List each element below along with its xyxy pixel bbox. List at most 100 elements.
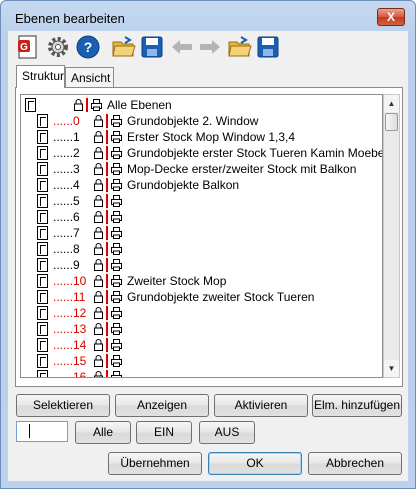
- lock-icon[interactable]: [94, 355, 103, 367]
- save-disk-icon-2[interactable]: [255, 34, 281, 60]
- layer-row[interactable]: ......10 Zweiter Stock Mop: [21, 273, 373, 289]
- lock-icon[interactable]: [94, 275, 103, 287]
- select-button[interactable]: Selektieren: [16, 394, 110, 417]
- arrow-left-icon[interactable]: [169, 34, 195, 60]
- activate-button[interactable]: Aktivieren: [214, 394, 308, 417]
- document-icon: [37, 210, 48, 224]
- all-button[interactable]: Alle: [75, 421, 131, 444]
- active-marker: [106, 274, 108, 288]
- save-disk-icon[interactable]: [139, 34, 165, 60]
- layer-document-icon[interactable]: G: [15, 34, 41, 60]
- printer-icon[interactable]: [111, 259, 122, 271]
- printer-icon[interactable]: [111, 339, 122, 351]
- close-button[interactable]: X: [377, 8, 405, 26]
- document-icon: [37, 354, 48, 368]
- layer-number: ......16: [53, 370, 87, 378]
- ok-button[interactable]: OK: [208, 452, 302, 475]
- gear-icon[interactable]: [45, 34, 71, 60]
- lock-icon[interactable]: [94, 179, 103, 191]
- lock-icon[interactable]: [74, 99, 83, 111]
- document-icon: [37, 194, 48, 208]
- tab-ansicht[interactable]: Ansicht: [65, 67, 114, 88]
- title-bar[interactable]: Ebenen bearbeiten X: [1, 1, 415, 31]
- lock-icon[interactable]: [94, 259, 103, 271]
- apply-button[interactable]: Übernehmen: [108, 452, 202, 475]
- layer-number: ......8: [53, 242, 80, 256]
- printer-icon[interactable]: [111, 275, 122, 287]
- show-button[interactable]: Anzeigen: [115, 394, 209, 417]
- scroll-thumb[interactable]: [385, 113, 398, 131]
- printer-icon[interactable]: [91, 99, 102, 111]
- lock-icon[interactable]: [94, 227, 103, 239]
- dialog-window: Ebenen bearbeiten X G ? Struktur Ansicht…: [0, 0, 416, 489]
- printer-icon[interactable]: [111, 147, 122, 159]
- printer-icon[interactable]: [111, 291, 122, 303]
- layer-row[interactable]: ......8: [21, 241, 373, 257]
- layer-number: ......10: [53, 274, 87, 288]
- open-folder-icon-2[interactable]: [227, 34, 253, 60]
- printer-icon[interactable]: [111, 371, 122, 378]
- arrow-right-icon[interactable]: [197, 34, 223, 60]
- layer-row[interactable]: ......1 Erster Stock Mop Window 1,3,4: [21, 129, 373, 145]
- tree-root-row[interactable]: Alle Ebenen: [21, 97, 373, 113]
- printer-icon[interactable]: [111, 243, 122, 255]
- lock-icon[interactable]: [94, 323, 103, 335]
- lock-icon[interactable]: [94, 195, 103, 207]
- layer-number: ......12: [53, 306, 87, 320]
- printer-icon[interactable]: [111, 323, 122, 335]
- printer-icon[interactable]: [111, 227, 122, 239]
- active-marker: [106, 210, 108, 224]
- layer-name: Mop-Decke erster/zweiter Stock mit Balko…: [127, 162, 357, 176]
- off-button[interactable]: AUS: [199, 421, 255, 444]
- printer-icon[interactable]: [111, 179, 122, 191]
- lock-icon[interactable]: [94, 243, 103, 255]
- lock-icon[interactable]: [94, 371, 103, 378]
- layer-row[interactable]: ......0 Grundobjekte 2. Window: [21, 113, 373, 129]
- layer-row[interactable]: ......3 Mop-Decke erster/zweiter Stock mi…: [21, 161, 373, 177]
- layer-row[interactable]: ......14: [21, 337, 373, 353]
- add-element-button[interactable]: Elm. hinzufügen: [312, 394, 402, 417]
- tree-scrollbar[interactable]: ▲ ▼: [383, 94, 400, 378]
- lock-icon[interactable]: [94, 339, 103, 351]
- printer-icon[interactable]: [111, 131, 122, 143]
- active-marker: [106, 354, 108, 368]
- scroll-down-icon[interactable]: ▼: [384, 360, 399, 377]
- lock-icon[interactable]: [94, 115, 103, 127]
- printer-icon[interactable]: [111, 163, 122, 175]
- layer-row[interactable]: ......2 Grundobjekte erster Stock Tueren …: [21, 145, 382, 161]
- layer-row[interactable]: ......4 Grundobjekte Balkon: [21, 177, 373, 193]
- layer-row[interactable]: ......7: [21, 225, 373, 241]
- layer-row[interactable]: ......11 Grundobjekte zweiter Stock Tuere…: [21, 289, 373, 305]
- lock-icon[interactable]: [94, 163, 103, 175]
- active-marker: [106, 146, 108, 160]
- layer-row[interactable]: ......13: [21, 321, 373, 337]
- lock-icon[interactable]: [94, 307, 103, 319]
- layer-name: Grundobjekte 2. Window: [127, 114, 259, 128]
- printer-icon[interactable]: [111, 307, 122, 319]
- printer-icon[interactable]: [111, 355, 122, 367]
- layer-row[interactable]: ......16: [21, 369, 373, 378]
- printer-icon[interactable]: [111, 195, 122, 207]
- layer-number-input[interactable]: [16, 421, 68, 442]
- layer-tree[interactable]: Alle Ebenen ......0 Grundobjekte 2. Windo…: [20, 94, 383, 378]
- on-button[interactable]: EIN: [136, 421, 192, 444]
- printer-icon[interactable]: [111, 211, 122, 223]
- layer-row[interactable]: ......6: [21, 209, 373, 225]
- document-icon: [37, 338, 48, 352]
- lock-icon[interactable]: [94, 147, 103, 159]
- layer-row[interactable]: ......9: [21, 257, 373, 273]
- lock-icon[interactable]: [94, 291, 103, 303]
- layer-number: ......15: [53, 354, 87, 368]
- layer-row[interactable]: ......5: [21, 193, 373, 209]
- help-icon[interactable]: ?: [75, 34, 101, 60]
- printer-icon[interactable]: [111, 115, 122, 127]
- lock-icon[interactable]: [94, 211, 103, 223]
- cancel-button[interactable]: Abbrechen: [308, 452, 402, 475]
- lock-icon[interactable]: [94, 131, 103, 143]
- layer-row[interactable]: ......15: [21, 353, 373, 369]
- open-folder-icon[interactable]: [111, 34, 137, 60]
- scroll-up-icon[interactable]: ▲: [384, 95, 399, 112]
- tab-struktur[interactable]: Struktur: [16, 65, 65, 88]
- layer-row[interactable]: ......12: [21, 305, 373, 321]
- layer-number: ......3: [53, 162, 80, 176]
